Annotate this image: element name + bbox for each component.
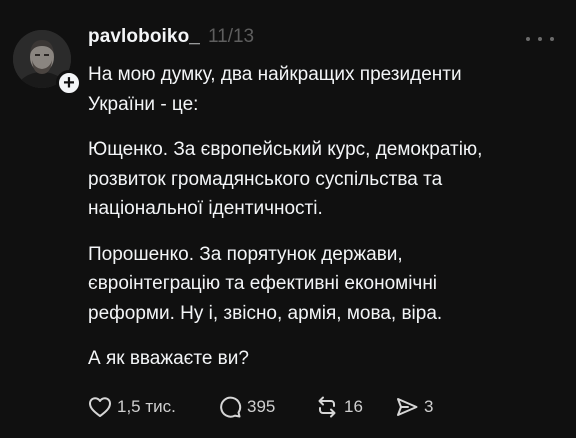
share-icon [397, 398, 418, 416]
plus-icon: + [63, 72, 75, 94]
post-paragraph: Ющенко. За європейський курс, демократію… [88, 139, 483, 219]
shares-count: 3 [424, 397, 434, 416]
more-icon[interactable] [526, 34, 554, 44]
like-button[interactable]: 1,5 тис. [88, 396, 218, 418]
comment-icon [220, 396, 242, 418]
post-paragraph: А як вважаєте ви? [88, 348, 249, 369]
username[interactable]: pavloboiko_ [88, 26, 200, 48]
replies-count: 395 [247, 397, 276, 416]
repost-icon [318, 396, 336, 418]
post-header: pavloboiko_ 11/13 [88, 26, 254, 52]
post-body: На мою думку, два найкращих президенти У… [88, 60, 568, 390]
heart-icon [89, 397, 111, 417]
avatar-container[interactable]: + [13, 30, 82, 96]
post-paragraph: Порошенко. За порятунок держави, євроінт… [88, 243, 443, 324]
thread-counter: 11/13 [207, 26, 255, 47]
thread-post: + pavloboiko_ 11/13 На мою думку, два на… [0, 0, 576, 438]
action-bar: 1,5 тис. 395 16 3 [88, 394, 433, 420]
post-paragraph: На мою думку, два найкращих президенти У… [88, 64, 462, 115]
reposts-count: 16 [344, 397, 363, 416]
likes-count: 1,5 тис. [117, 397, 176, 416]
reply-button[interactable]: 395 [218, 395, 315, 419]
share-button[interactable]: 3 [395, 395, 433, 419]
repost-button[interactable]: 16 [315, 395, 395, 419]
follow-button[interactable]: + [56, 70, 82, 96]
